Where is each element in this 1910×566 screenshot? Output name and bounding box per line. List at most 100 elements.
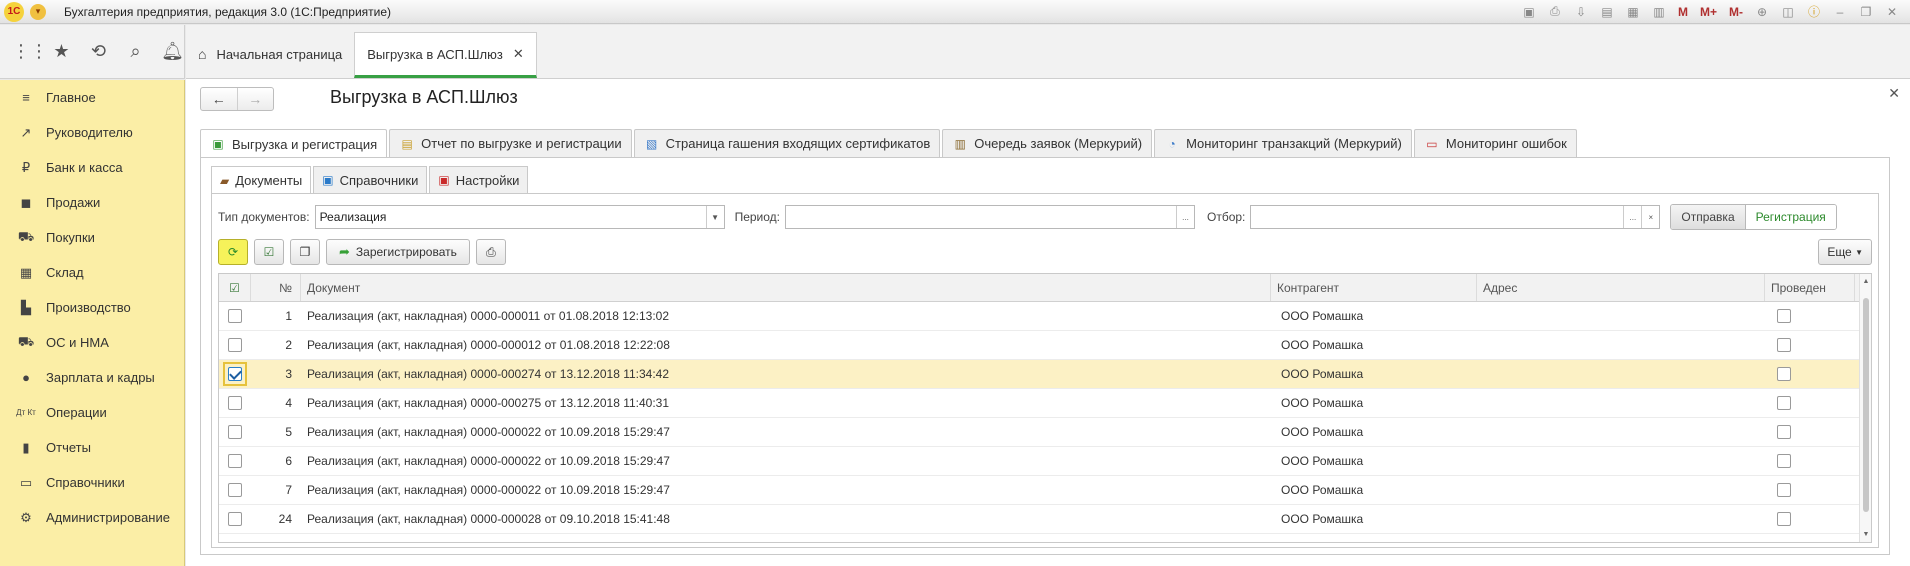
- person-icon: ●: [22, 370, 30, 385]
- bell-icon[interactable]: 🔔︎: [161, 41, 184, 62]
- col-number[interactable]: №: [251, 274, 301, 301]
- table-row[interactable]: 4 Реализация (акт, накладная) 0000-000275…: [219, 389, 1871, 418]
- col-document[interactable]: Документ: [301, 274, 1271, 301]
- row-checkbox[interactable]: [227, 425, 242, 439]
- row-checkbox[interactable]: [227, 309, 242, 323]
- table-scrollbar[interactable]: ▲ ▼: [1859, 274, 1871, 542]
- copy-button[interactable]: ❐: [290, 239, 320, 265]
- memory-m-button[interactable]: M: [1675, 3, 1691, 21]
- select-all-checkbox[interactable]: ☑: [219, 274, 251, 301]
- tab-monitoring-errors[interactable]: ▭ Мониторинг ошибок: [1413, 129, 1577, 157]
- spreadsheet-icon[interactable]: ▦: [1623, 3, 1643, 21]
- sidebar-item-assets[interactable]: ⛟ ОС и НМА: [0, 325, 184, 360]
- row-checkbox[interactable]: [227, 454, 242, 468]
- tab-catalogs[interactable]: ▣ Справочники: [313, 166, 428, 193]
- download-icon[interactable]: ⇩: [1571, 3, 1591, 21]
- scroll-down-icon[interactable]: ▼: [1860, 531, 1871, 538]
- table-row[interactable]: 3 Реализация (акт, накладная) 0000-000274…: [219, 360, 1871, 389]
- row-checkbox[interactable]: [227, 367, 242, 381]
- filter-clear-button[interactable]: ×: [1641, 206, 1659, 228]
- row-checkbox[interactable]: [227, 396, 242, 410]
- forward-arrow-icon[interactable]: →: [236, 88, 274, 110]
- zoom-icon[interactable]: ⊕: [1752, 3, 1772, 21]
- posted-checkbox[interactable]: [1777, 396, 1791, 410]
- sidebar-item-operations[interactable]: Дт Кт Операции: [0, 395, 184, 430]
- tab-export-report[interactable]: ▤ Отчет по выгрузке и регистрации: [389, 129, 632, 157]
- search-icon[interactable]: ⌕: [124, 41, 147, 62]
- close-window-icon[interactable]: ✕: [1882, 3, 1902, 21]
- close-tab-icon[interactable]: ✕: [513, 46, 524, 62]
- posted-checkbox[interactable]: [1777, 309, 1791, 323]
- tab-documents[interactable]: ▰ Документы: [211, 166, 312, 194]
- memory-m-minus-button[interactable]: M-: [1726, 3, 1746, 21]
- tab-label: Отчет по выгрузке и регистрации: [421, 136, 622, 151]
- document-icon[interactable]: ▤: [1597, 3, 1617, 21]
- refresh-button[interactable]: ⟳: [218, 239, 248, 265]
- tab-home[interactable]: ⌂ Начальная страница: [186, 34, 354, 74]
- tab-queue-mercury[interactable]: ▥ Очередь заявок (Меркурий): [942, 129, 1153, 157]
- posted-checkbox[interactable]: [1777, 454, 1791, 468]
- posted-checkbox[interactable]: [1777, 338, 1791, 352]
- posted-checkbox[interactable]: [1777, 512, 1791, 526]
- info-icon[interactable]: ⓘ: [1804, 3, 1824, 21]
- sidebar-item-production[interactable]: ▙ Производство: [0, 290, 184, 325]
- scroll-thumb[interactable]: [1863, 298, 1869, 512]
- sidebar-item-admin[interactable]: ⚙ Администрирование: [0, 500, 184, 535]
- sidebar-item-purchases[interactable]: ⛟ Покупки: [0, 220, 184, 255]
- print-icon[interactable]: ⎙: [1545, 3, 1565, 21]
- close-page-icon[interactable]: ✕: [1888, 85, 1900, 102]
- doc-type-select[interactable]: Реализация ▼: [314, 205, 725, 229]
- sidebar-item-manager[interactable]: ↗ Руководителю: [0, 115, 184, 150]
- tab-export-registration[interactable]: ▣ Выгрузка и регистрация: [200, 129, 388, 158]
- sidebar-item-catalogs[interactable]: ▭ Справочники: [0, 465, 184, 500]
- table-row[interactable]: 2 Реализация (акт, накладная) 0000-000012…: [219, 331, 1871, 360]
- mode-registration-button[interactable]: Регистрация: [1745, 205, 1836, 229]
- sidebar-item-main[interactable]: ≡ Главное: [0, 80, 184, 115]
- filter-choose-button[interactable]: ...: [1623, 206, 1641, 228]
- memory-m-plus-button[interactable]: M+: [1697, 3, 1720, 21]
- period-choose-button[interactable]: ...: [1175, 206, 1194, 228]
- sidebar-item-bank[interactable]: ₽ Банк и касса: [0, 150, 184, 185]
- chevron-down-icon[interactable]: ▼: [705, 206, 724, 228]
- sidebar-item-reports[interactable]: ▮ Отчеты: [0, 430, 184, 465]
- col-counterparty[interactable]: Контрагент: [1271, 274, 1477, 301]
- sidebar-item-sales[interactable]: ◼ Продажи: [0, 185, 184, 220]
- posted-checkbox[interactable]: [1777, 367, 1791, 381]
- minimize-icon[interactable]: –: [1830, 3, 1850, 21]
- tab-export-asp[interactable]: Выгрузка в АСП.Шлюз ✕: [354, 32, 537, 78]
- table-row[interactable]: 7 Реализация (акт, накладная) 0000-000022…: [219, 476, 1871, 505]
- filter-input[interactable]: ... ×: [1250, 205, 1661, 229]
- posted-checkbox[interactable]: [1777, 483, 1791, 497]
- tab-settings[interactable]: ▣ Настройки: [429, 166, 529, 193]
- row-checkbox[interactable]: [227, 512, 242, 526]
- register-button[interactable]: ➦ Зарегистрировать: [326, 239, 470, 265]
- main-menu-button[interactable]: ▾: [30, 3, 46, 20]
- back-arrow-icon[interactable]: ←: [201, 88, 237, 110]
- table-row[interactable]: 24 Реализация (акт, накладная) 0000-00002…: [219, 505, 1871, 534]
- col-posted[interactable]: Проведен: [1765, 274, 1855, 301]
- star-icon[interactable]: ★: [50, 41, 73, 62]
- calendar-icon[interactable]: ▥: [1649, 3, 1669, 21]
- tab-monitoring-mercury[interactable]: ◔ Мониторинг транзакций (Меркурий): [1154, 129, 1412, 157]
- posted-checkbox[interactable]: [1777, 425, 1791, 439]
- apps-grid-icon[interactable]: ⋮⋮: [12, 41, 48, 62]
- table-row[interactable]: 5 Реализация (акт, накладная) 0000-000022…: [219, 418, 1871, 447]
- row-checkbox[interactable]: [227, 338, 242, 352]
- table-row[interactable]: 1 Реализация (акт, накладная) 0000-000011…: [219, 302, 1871, 331]
- print-button[interactable]: ⎙: [475, 239, 506, 265]
- check-all-button[interactable]: ☑: [254, 239, 284, 265]
- layout-icon[interactable]: ◫: [1778, 3, 1798, 21]
- table-row[interactable]: 6 Реализация (акт, накладная) 0000-000022…: [219, 447, 1871, 476]
- row-checkbox[interactable]: [227, 483, 242, 497]
- tab-certificates[interactable]: ▧ Страница гашения входящих сертификатов: [633, 129, 941, 157]
- sidebar-item-warehouse[interactable]: ▦ Склад: [0, 255, 184, 290]
- mode-send-button[interactable]: Отправка: [1671, 205, 1746, 229]
- period-input[interactable]: ...: [784, 205, 1195, 229]
- col-address[interactable]: Адрес: [1477, 274, 1765, 301]
- history-icon[interactable]: ⟲: [87, 41, 110, 62]
- sidebar-item-salary[interactable]: ● Зарплата и кадры: [0, 360, 184, 395]
- more-button[interactable]: Еще ▼: [1818, 239, 1872, 265]
- save-icon[interactable]: ▣: [1519, 3, 1539, 21]
- scroll-up-icon[interactable]: ▲: [1860, 278, 1871, 285]
- maximize-icon[interactable]: ❐: [1856, 3, 1876, 21]
